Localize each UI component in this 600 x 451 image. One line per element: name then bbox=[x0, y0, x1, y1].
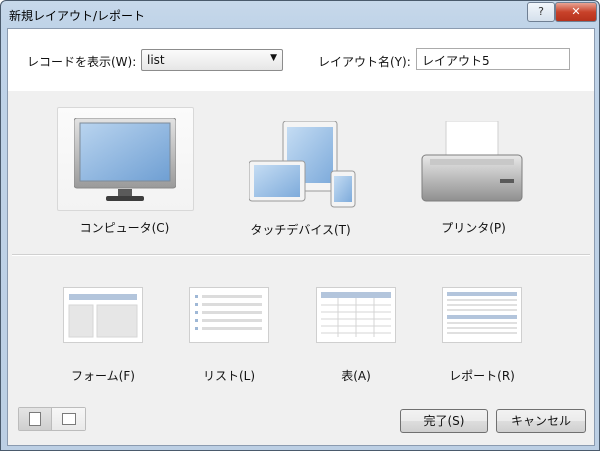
landscape-view-icon bbox=[62, 413, 76, 425]
device-label: プリンタ(P) bbox=[441, 221, 506, 235]
record-view-value: list bbox=[147, 53, 165, 67]
portrait-view-icon bbox=[29, 412, 41, 426]
layout-label: レポート(R) bbox=[449, 369, 515, 383]
layout-label: リスト(L) bbox=[202, 369, 256, 383]
chevron-down-icon: ▼ bbox=[270, 53, 277, 63]
layout-label: 表(A) bbox=[341, 369, 371, 383]
record-view-label: レコードを表示(W): bbox=[27, 55, 137, 69]
help-button[interactable]: ? bbox=[527, 2, 555, 22]
layout-form[interactable] bbox=[60, 285, 146, 345]
dialog-body: レコードを表示(W): list ▼ レイアウト名(Y): レイアウト5 コンピ… bbox=[7, 28, 595, 446]
device-choices: コンピュータ(C) タッチデバイス(T) プリンタ(P) bbox=[8, 91, 594, 253]
layout-report[interactable] bbox=[439, 285, 525, 345]
settings-row: レコードを表示(W): list ▼ レイアウト名(Y): レイアウト5 bbox=[8, 29, 594, 91]
device-label: コンピュータ(C) bbox=[79, 221, 170, 235]
form-layout-icon bbox=[63, 287, 143, 343]
report-layout-icon bbox=[442, 287, 522, 343]
table-layout-icon bbox=[316, 287, 396, 343]
window-title: 新規レイアウト/レポート bbox=[9, 9, 146, 23]
footer: 完了(S) キャンセル bbox=[8, 394, 594, 445]
record-view-select[interactable]: list ▼ bbox=[141, 49, 283, 71]
list-layout-icon bbox=[189, 287, 269, 343]
device-computer[interactable] bbox=[57, 107, 194, 211]
device-printer[interactable] bbox=[406, 107, 541, 209]
layout-type-choices: フォーム(F) リスト(L) 表(A) レポート(R) bbox=[8, 269, 594, 389]
layout-table[interactable] bbox=[313, 285, 399, 345]
orientation-toggle bbox=[18, 407, 86, 431]
layout-name-label: レイアウト名(Y): bbox=[318, 55, 411, 69]
device-touch[interactable] bbox=[233, 107, 368, 209]
layout-list[interactable] bbox=[186, 285, 272, 345]
computer-monitor-icon bbox=[74, 118, 176, 201]
ok-button[interactable]: 完了(S) bbox=[400, 409, 488, 433]
section-divider bbox=[12, 254, 590, 256]
device-label: タッチデバイス(T) bbox=[250, 223, 351, 237]
title-bar[interactable]: 新規レイアウト/レポート ? ✕ bbox=[1, 1, 599, 29]
landscape-view-button[interactable] bbox=[52, 408, 85, 430]
layout-name-value: レイアウト5 bbox=[422, 54, 490, 68]
layout-label: フォーム(F) bbox=[71, 369, 135, 383]
dialog-window: 新規レイアウト/レポート ? ✕ レコードを表示(W): list ▼ レイアウ… bbox=[0, 0, 600, 451]
cancel-button[interactable]: キャンセル bbox=[496, 409, 586, 433]
layout-name-input[interactable]: レイアウト5 bbox=[416, 48, 570, 70]
portrait-view-button[interactable] bbox=[19, 408, 52, 430]
close-button[interactable]: ✕ bbox=[555, 2, 597, 22]
touch-devices-icon bbox=[249, 121, 356, 208]
printer-icon bbox=[421, 121, 523, 202]
